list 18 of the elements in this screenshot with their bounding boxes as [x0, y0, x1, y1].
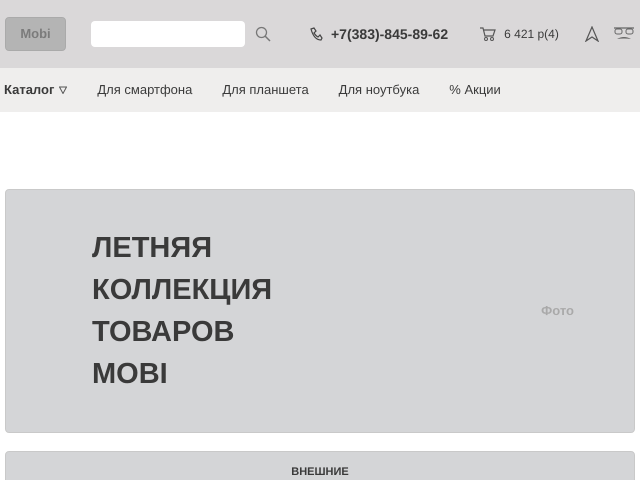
nav-link[interactable]: Для планшета: [222, 80, 309, 100]
nav-link[interactable]: Для ноутбука: [338, 80, 420, 100]
phone-number: +7(383)-845-89-62: [331, 24, 448, 44]
banner-heading: ЛЕТНЯЯ: [91, 231, 214, 266]
banner-heading: КОЛЛЕКЦИЯ: [91, 273, 272, 308]
card-title: ВНЕШНИЕ: [291, 465, 349, 480]
navigation-arrow-icon[interactable]: [584, 26, 599, 42]
phone-icon: [309, 27, 323, 41]
cart-total[interactable]: 6 421 р(4): [504, 25, 559, 43]
banner-heading: MOBI: [91, 357, 169, 392]
nav-link[interactable]: Для смартфона: [97, 80, 192, 100]
caret-icon: [59, 86, 68, 94]
cart-icon[interactable]: [479, 26, 496, 42]
search-icon[interactable]: [255, 26, 271, 42]
nav-link[interactable]: % Акции: [449, 80, 501, 100]
search-field[interactable]: [91, 21, 245, 47]
nav-link[interactable]: Каталог: [4, 80, 54, 100]
banner-heading: ТОВАРОВ: [91, 315, 236, 350]
